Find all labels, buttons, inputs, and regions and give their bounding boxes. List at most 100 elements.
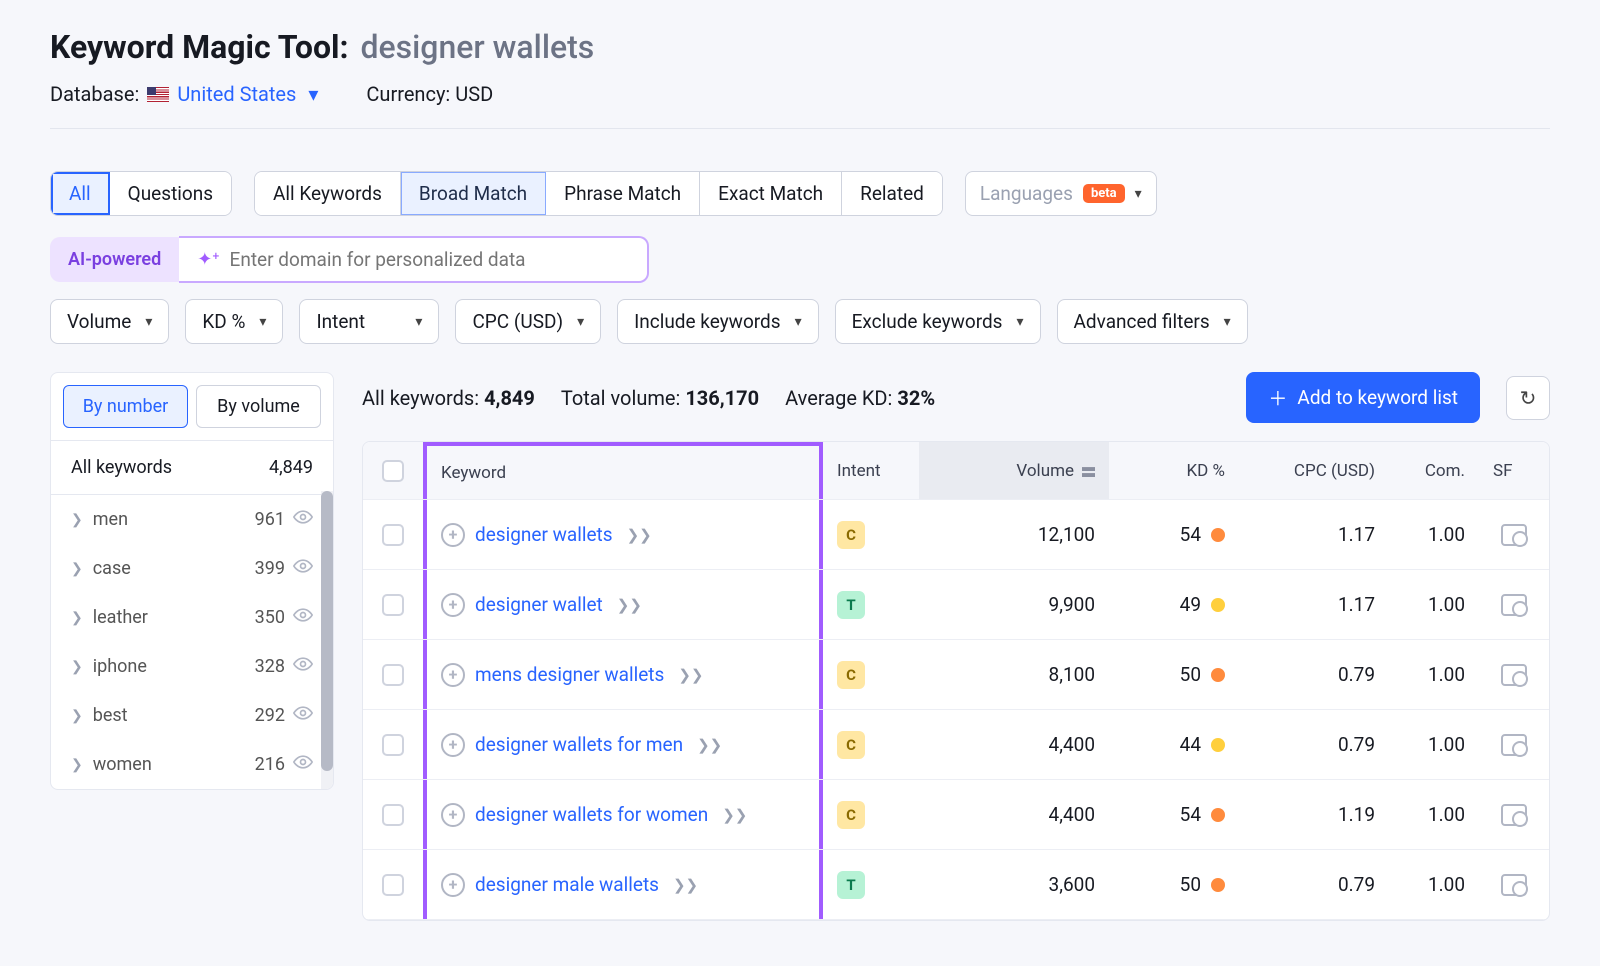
languages-label: Languages: [980, 182, 1073, 205]
sidebar-item[interactable]: ❯ men 961: [51, 495, 333, 544]
filter-kd[interactable]: KD %▾: [185, 299, 283, 344]
sf-cell[interactable]: [1479, 780, 1549, 849]
eye-icon[interactable]: [293, 656, 313, 677]
sidebar-all-label: All keywords: [71, 457, 172, 478]
expand-icon[interactable]: +: [441, 733, 465, 757]
currency-display: Currency: USD: [366, 82, 493, 106]
sidebar-item[interactable]: ❯ case 399: [51, 544, 333, 593]
tab-related[interactable]: Related: [842, 172, 942, 215]
cpc-cell: 0.79: [1239, 710, 1389, 779]
filter-exclude[interactable]: Exclude keywords▾: [835, 299, 1041, 344]
tab-questions[interactable]: Questions: [110, 172, 231, 215]
tab-broad-match[interactable]: Broad Match: [401, 172, 546, 215]
keyword-cell: + designer wallets ❯❯: [423, 500, 823, 569]
volume-cell: 9,900: [919, 570, 1109, 639]
col-cpc[interactable]: CPC (USD): [1239, 442, 1389, 499]
ai-input-wrapper[interactable]: ✦⁺: [179, 236, 649, 283]
refresh-button[interactable]: ↻: [1506, 376, 1550, 420]
table-row: + designer wallet ❯❯ T 9,900 49 1.17 1.0…: [363, 570, 1549, 640]
sidebar-item[interactable]: ❯ iphone 328: [51, 642, 333, 691]
sidebar-item-label: women: [93, 754, 152, 775]
row-checkbox[interactable]: [382, 734, 404, 756]
sidebar-item-count: 350: [255, 607, 285, 628]
row-checkbox[interactable]: [382, 594, 404, 616]
keyword-link[interactable]: designer wallets for women: [475, 803, 708, 826]
us-flag-icon: [147, 87, 169, 102]
tab-phrase-match[interactable]: Phrase Match: [546, 172, 700, 215]
languages-dropdown[interactable]: Languages beta ▾: [965, 171, 1157, 216]
eye-icon[interactable]: [293, 754, 313, 775]
intent-badge: C: [837, 731, 865, 759]
filter-volume[interactable]: Volume▾: [50, 299, 169, 344]
sf-cell[interactable]: [1479, 850, 1549, 919]
filter-cpc[interactable]: CPC (USD)▾: [455, 299, 601, 344]
eye-icon[interactable]: [293, 705, 313, 726]
expand-icon[interactable]: +: [441, 803, 465, 827]
sidebar: By number By volume All keywords 4,849 ❯…: [50, 372, 334, 790]
chevron-right-icon: ❯: [71, 659, 83, 675]
currency-value: USD: [455, 82, 493, 106]
intent-badge: C: [837, 661, 865, 689]
page-header: Keyword Magic Tool: designer wallets Dat…: [0, 0, 1600, 149]
open-icon[interactable]: ❯❯: [673, 876, 698, 894]
sf-cell[interactable]: [1479, 710, 1549, 779]
row-checkbox[interactable]: [382, 874, 404, 896]
open-icon[interactable]: ❯❯: [617, 596, 642, 614]
col-com[interactable]: Com.: [1389, 442, 1479, 499]
keyword-link[interactable]: designer wallets for men: [475, 733, 683, 756]
database-selector[interactable]: Database: United States ▾: [50, 82, 318, 106]
keyword-link[interactable]: designer wallet: [475, 593, 603, 616]
open-icon[interactable]: ❯❯: [697, 736, 722, 754]
page-title: Keyword Magic Tool: designer wallets: [50, 28, 1550, 66]
tab-by-number[interactable]: By number: [63, 385, 188, 428]
keyword-link[interactable]: designer male wallets: [475, 873, 659, 896]
filter-intent[interactable]: Intent▾: [299, 299, 439, 344]
tab-all-keywords[interactable]: All Keywords: [255, 172, 401, 215]
sidebar-item-count: 292: [255, 705, 285, 726]
open-icon[interactable]: ❯❯: [722, 806, 747, 824]
row-checkbox[interactable]: [382, 664, 404, 686]
keyword-link[interactable]: mens designer wallets: [475, 663, 664, 686]
sidebar-item-label: case: [93, 558, 131, 579]
row-checkbox[interactable]: [382, 524, 404, 546]
sidebar-all-keywords[interactable]: All keywords 4,849: [51, 440, 333, 495]
filter-include[interactable]: Include keywords▾: [617, 299, 819, 344]
open-icon[interactable]: ❯❯: [678, 666, 703, 684]
ai-domain-input[interactable]: [230, 248, 630, 271]
scrollbar-thumb[interactable]: [321, 491, 333, 771]
scrollbar-track[interactable]: [321, 491, 333, 789]
open-icon[interactable]: ❯❯: [627, 526, 652, 544]
ai-row: AI-powered ✦⁺: [50, 236, 1550, 283]
col-keyword[interactable]: Keyword: [423, 442, 823, 499]
col-volume[interactable]: Volume▬▬: [919, 442, 1109, 499]
col-kd[interactable]: KD %: [1109, 442, 1239, 499]
expand-icon[interactable]: +: [441, 593, 465, 617]
sf-cell[interactable]: [1479, 500, 1549, 569]
sf-cell[interactable]: [1479, 570, 1549, 639]
expand-icon[interactable]: +: [441, 663, 465, 687]
col-intent[interactable]: Intent: [823, 442, 919, 499]
expand-icon[interactable]: +: [441, 523, 465, 547]
add-to-keyword-list-button[interactable]: ＋Add to keyword list: [1246, 372, 1480, 423]
sidebar-item[interactable]: ❯ women 216: [51, 740, 333, 789]
eye-icon[interactable]: [293, 558, 313, 579]
eye-icon[interactable]: [293, 509, 313, 530]
eye-icon[interactable]: [293, 607, 313, 628]
sidebar-item[interactable]: ❯ leather 350: [51, 593, 333, 642]
keyword-cell: + designer wallet ❯❯: [423, 570, 823, 639]
row-checkbox[interactable]: [382, 804, 404, 826]
tab-exact-match[interactable]: Exact Match: [700, 172, 842, 215]
col-sf[interactable]: SF: [1479, 442, 1549, 499]
expand-icon[interactable]: +: [441, 873, 465, 897]
sidebar-item-label: iphone: [93, 656, 147, 677]
database-country: United States: [177, 82, 296, 106]
select-all-checkbox[interactable]: [382, 460, 404, 482]
filter-advanced[interactable]: Advanced filters▾: [1057, 299, 1248, 344]
sf-cell[interactable]: [1479, 640, 1549, 709]
serp-icon: [1501, 664, 1527, 686]
intent-badge: C: [837, 521, 865, 549]
keyword-link[interactable]: designer wallets: [475, 523, 613, 546]
tab-by-volume[interactable]: By volume: [196, 385, 321, 428]
tab-all[interactable]: All: [51, 172, 110, 215]
sidebar-item[interactable]: ❯ best 292: [51, 691, 333, 740]
